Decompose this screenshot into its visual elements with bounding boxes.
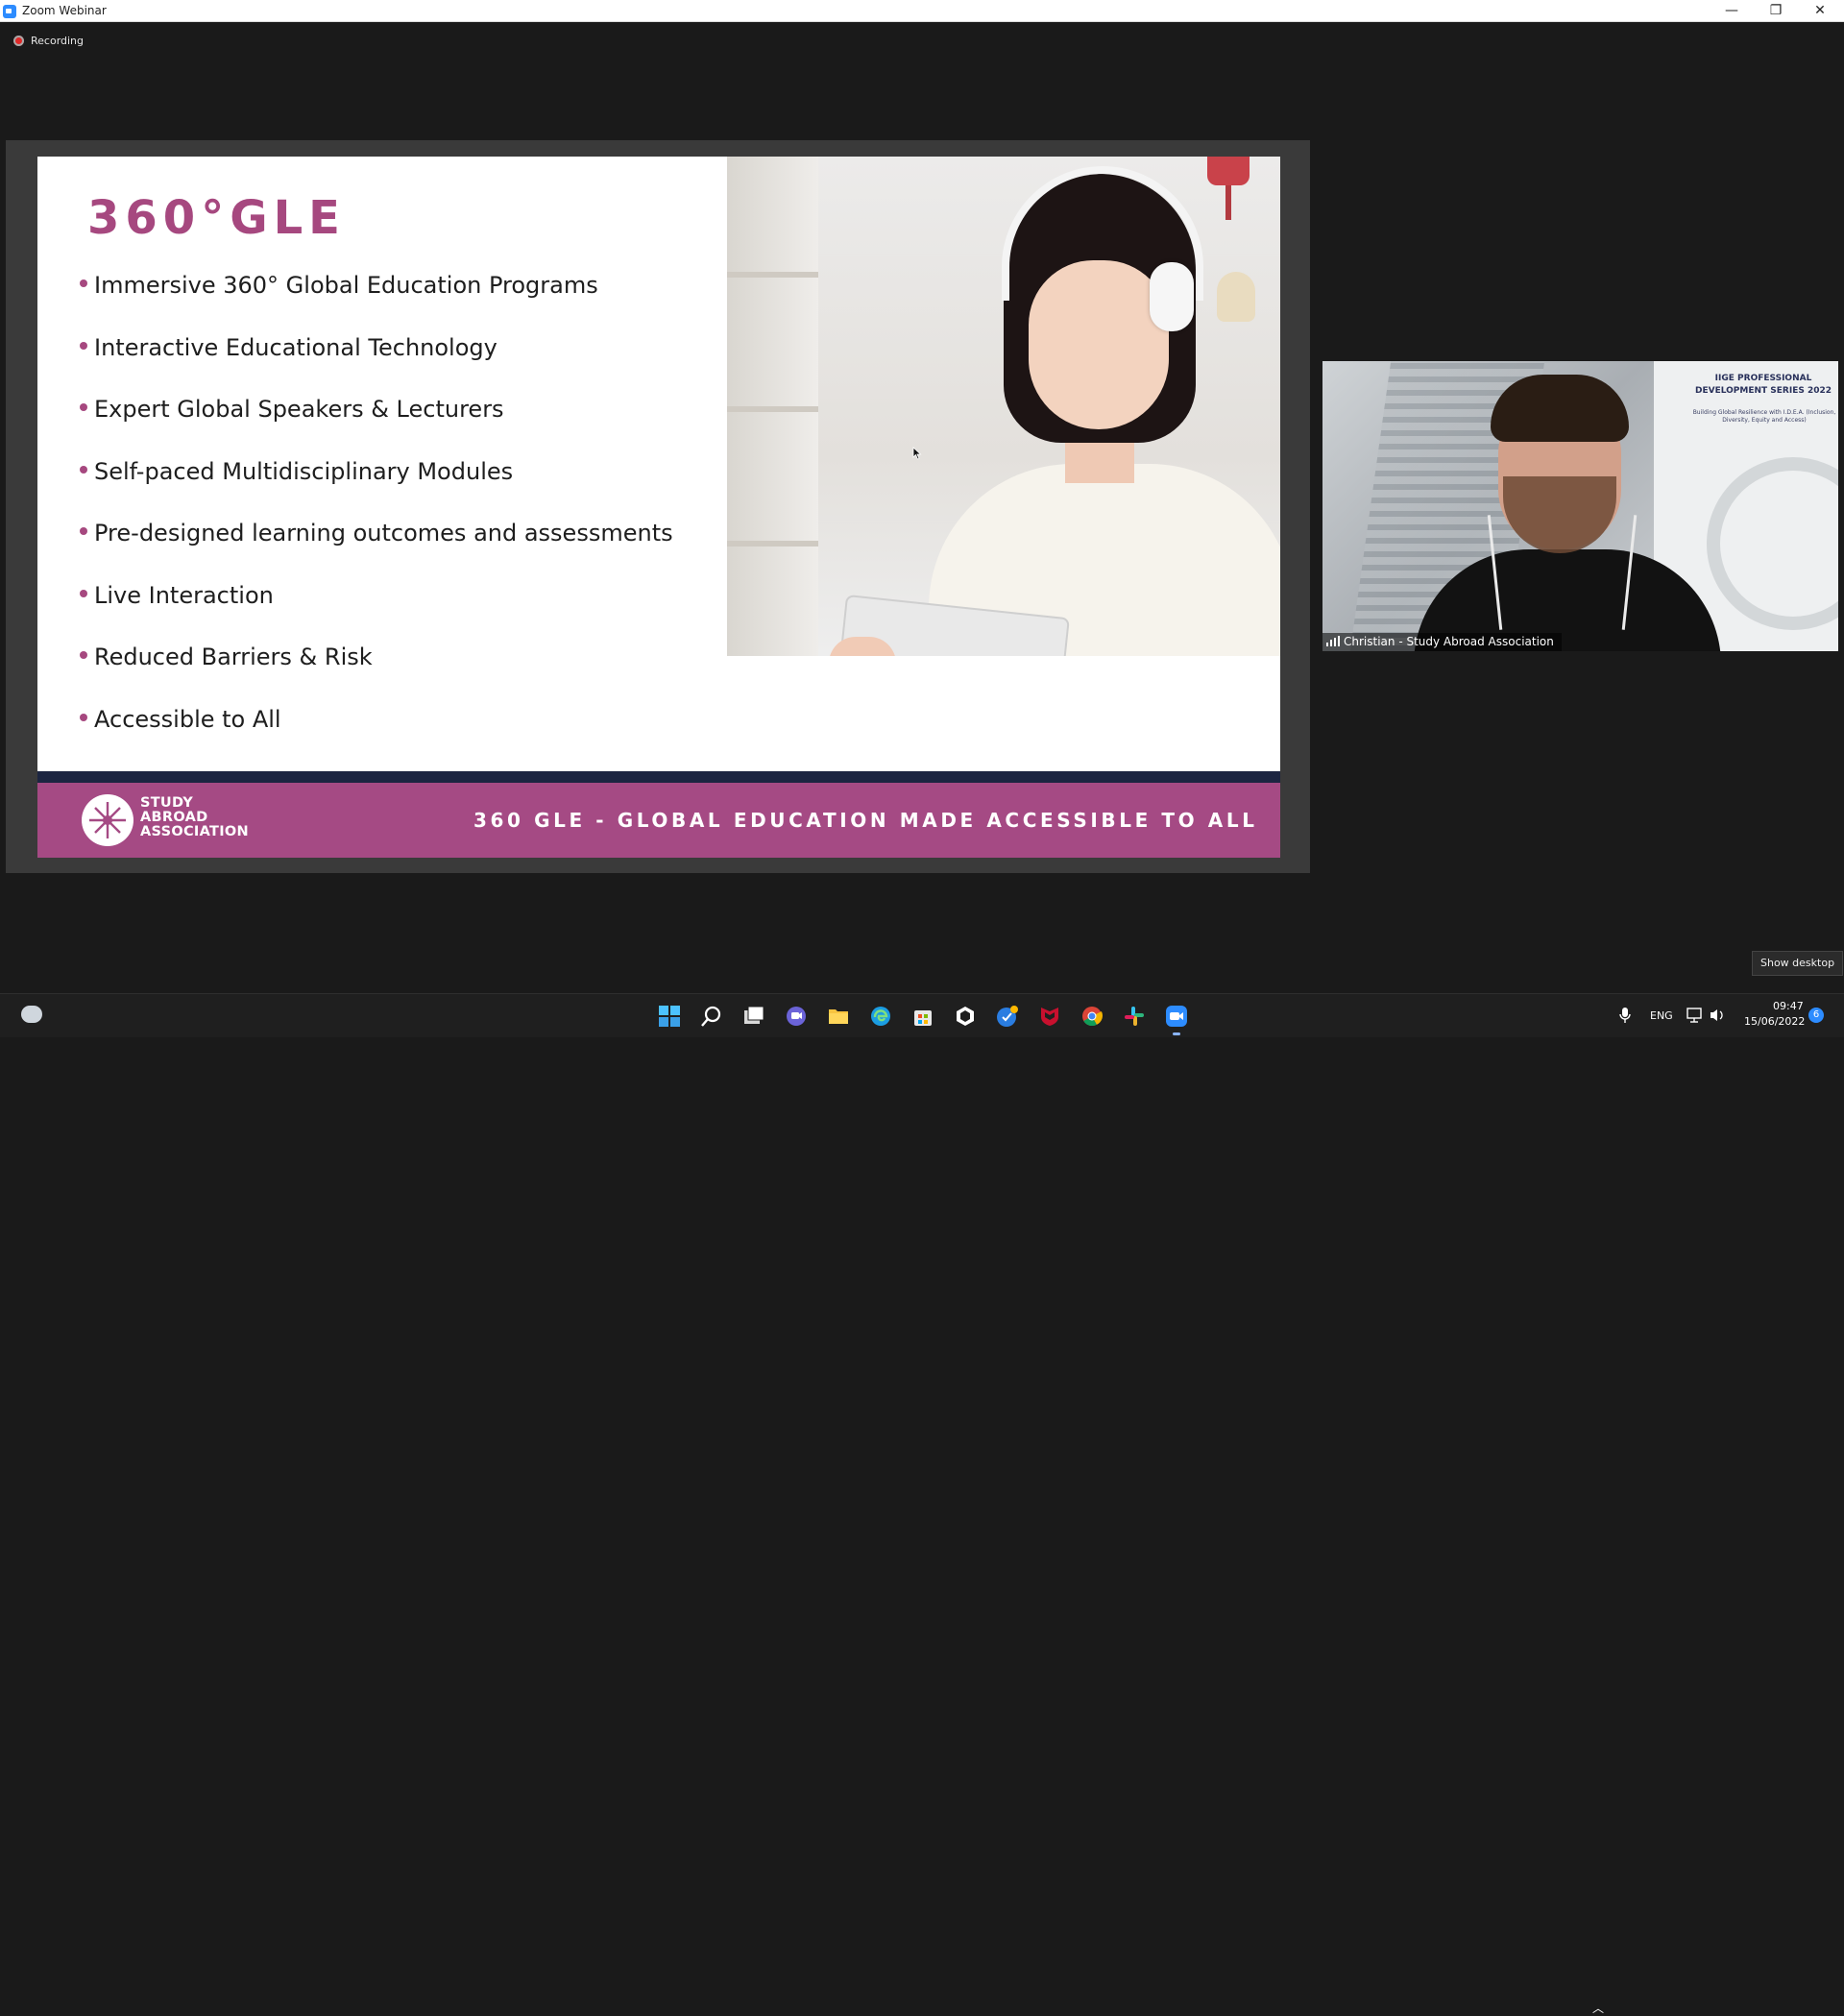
file-explorer-icon[interactable] — [826, 1004, 851, 1029]
slack-icon[interactable] — [1122, 1004, 1147, 1029]
signal-strength-icon — [1326, 636, 1340, 646]
footer-divider-bar — [37, 771, 1280, 783]
window-title: Zoom Webinar — [22, 4, 107, 17]
compass-star-icon — [89, 802, 126, 838]
bullet-dot-icon — [80, 279, 87, 287]
slide-title: 360°GLE — [87, 191, 346, 245]
slide-tagline: 360 GLE - GLOBAL EDUCATION MADE ACCESSIB… — [473, 809, 1258, 832]
microphone-icon[interactable] — [1619, 1007, 1631, 1024]
store-icon[interactable] — [910, 1004, 935, 1029]
bullet-dot-icon — [80, 527, 87, 535]
bullet-dot-icon — [80, 341, 87, 350]
notification-badge[interactable]: 6 — [1808, 1008, 1824, 1023]
bullet-dot-icon — [80, 713, 87, 721]
bullet-text: Accessible to All — [94, 705, 281, 733]
volume-icon[interactable] — [1710, 1008, 1725, 1023]
headphone-cup — [1150, 262, 1194, 331]
bullet-dot-icon — [80, 403, 87, 411]
mcafee-icon[interactable] — [1037, 1004, 1062, 1029]
app-icon-2[interactable] — [995, 1004, 1020, 1029]
minimize-button[interactable]: — — [1710, 0, 1754, 21]
bullet-item: Interactive Educational Technology — [80, 334, 673, 397]
logo-line: ABROAD — [140, 810, 208, 825]
bullet-text: Reduced Barriers & Risk — [94, 644, 373, 670]
bullet-dot-icon — [80, 589, 87, 597]
chrome-icon[interactable] — [1080, 1004, 1104, 1029]
shelf-board — [727, 541, 818, 547]
recording-dot-icon — [13, 36, 24, 46]
vase — [1217, 272, 1255, 322]
participant-name: Christian - Study Abroad Association — [1344, 635, 1554, 648]
presentation-slide: 360°GLE Immersive 360° Global Education … — [37, 157, 1280, 858]
lamp-stand — [1225, 185, 1231, 220]
bullet-item: Immersive 360° Global Education Programs — [80, 272, 673, 334]
bullet-dot-icon — [80, 651, 87, 659]
app-icon[interactable] — [953, 1004, 978, 1029]
lamp-shade — [1207, 157, 1250, 185]
bullet-text: Expert Global Speakers & Lecturers — [94, 396, 504, 423]
shelf-board — [727, 406, 818, 412]
background-banner-title: IIGE PROFESSIONAL DEVELOPMENT SERIES 202… — [1694, 374, 1832, 396]
background-banner-subtitle: Building Global Resilience with I.D.E.A.… — [1692, 409, 1836, 424]
edge-icon[interactable] — [868, 1004, 893, 1029]
task-view-icon[interactable] — [741, 1004, 766, 1029]
clock-date[interactable]: 15/06/2022 — [1744, 1015, 1805, 1028]
chat-icon[interactable] — [784, 1004, 809, 1029]
mouse-cursor-icon — [912, 447, 922, 460]
clock-time[interactable]: 09:47 — [1773, 1000, 1804, 1012]
zoom-icon[interactable] — [1164, 1004, 1189, 1035]
bullet-item: Self-paced Multidisciplinary Modules — [80, 458, 673, 521]
participant-video-tile[interactable]: IIGE PROFESSIONAL DEVELOPMENT SERIES 202… — [1322, 361, 1838, 651]
slide-bullet-list: Immersive 360° Global Education Programs… — [80, 272, 673, 767]
logo-line: ASSOCIATION — [140, 824, 249, 839]
bullet-text: Immersive 360° Global Education Programs — [94, 272, 598, 299]
bookshelf — [727, 157, 818, 656]
language-indicator[interactable]: ENG — [1650, 1009, 1673, 1022]
student-photo — [727, 157, 1280, 656]
bullet-dot-icon — [80, 465, 87, 474]
title-bar: Zoom Webinar — ❐ ✕ — [0, 0, 1844, 22]
speaker-hair — [1491, 375, 1629, 442]
speaker-beard — [1503, 476, 1616, 553]
bullet-text: Interactive Educational Technology — [94, 333, 497, 361]
shelf-board — [727, 272, 818, 278]
bullet-item: Reduced Barriers & Risk — [80, 644, 673, 706]
bullet-text: Self-paced Multidisciplinary Modules — [94, 457, 514, 485]
logo-wordmark: STUDY ABROAD ASSOCIATION — [140, 796, 249, 839]
zoom-app-icon — [3, 5, 16, 18]
logo-line: STUDY — [140, 795, 194, 811]
start-icon[interactable] — [657, 1004, 682, 1029]
bullet-text: Live Interaction — [94, 581, 274, 609]
bullet-item: Pre-designed learning outcomes and asses… — [80, 520, 673, 582]
show-hidden-icons-chevron-icon[interactable]: ︿ — [1592, 2000, 1604, 2016]
bullet-item: Expert Global Speakers & Lecturers — [80, 396, 673, 458]
recording-label: Recording — [31, 35, 85, 47]
restore-button[interactable]: ❐ — [1754, 0, 1798, 21]
bullet-text: Pre-designed learning outcomes and asses… — [94, 520, 673, 547]
weather-widget-icon[interactable] — [21, 1006, 42, 1023]
bullet-item: Live Interaction — [80, 582, 673, 644]
close-button[interactable]: ✕ — [1798, 0, 1842, 21]
search-icon[interactable] — [699, 1004, 724, 1029]
study-abroad-logo-icon — [82, 794, 133, 846]
network-icon[interactable] — [1686, 1008, 1704, 1023]
slide-footer: STUDY ABROAD ASSOCIATION 360 GLE - GLOBA… — [37, 783, 1280, 858]
windows-taskbar: ︿ ENG 09:47 15/06/2022 — [0, 993, 1844, 2015]
show-desktop-tooltip: Show desktop — [1752, 951, 1844, 976]
participant-name-tag: Christian - Study Abroad Association — [1322, 633, 1562, 651]
bullet-item: Accessible to All — [80, 706, 673, 768]
